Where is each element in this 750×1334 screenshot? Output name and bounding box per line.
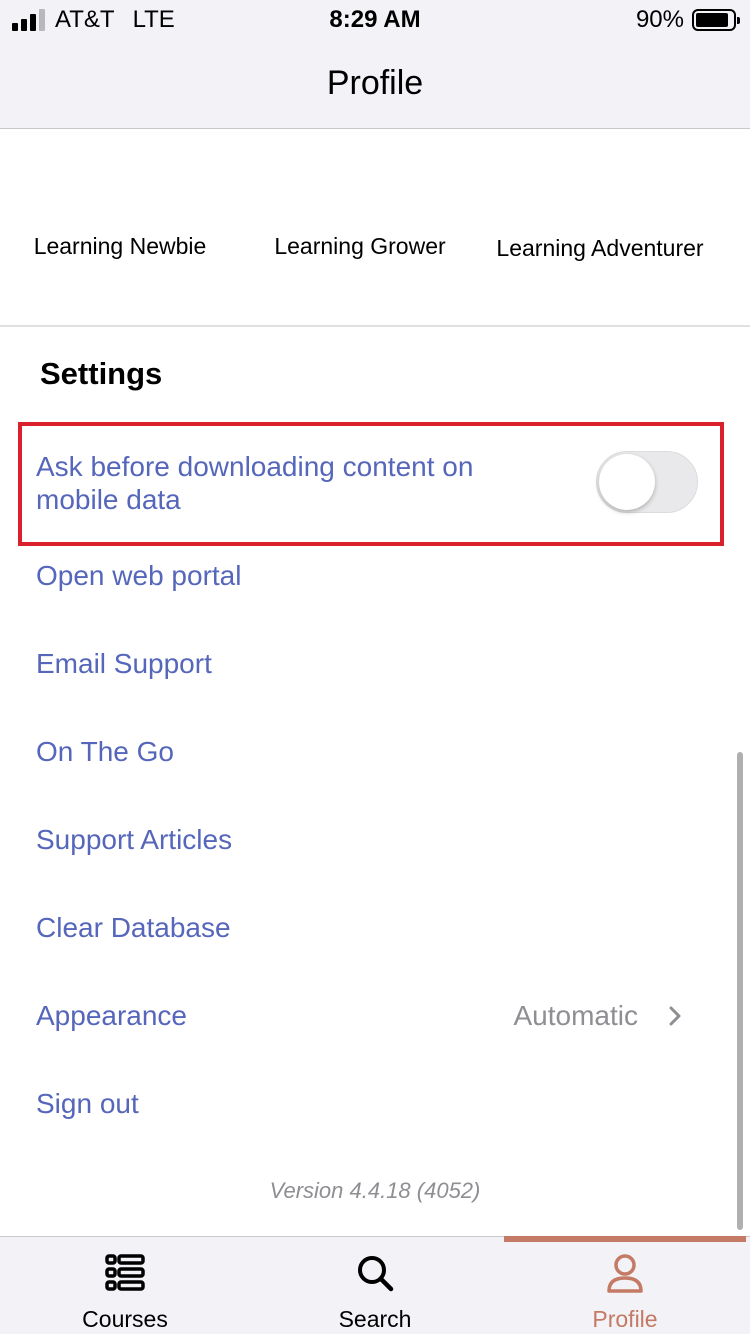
badge-learning-newbie[interactable]: Learning Newbie	[0, 233, 240, 259]
version-label: Version 4.4.18 (4052)	[269, 1178, 481, 1203]
tab-profile[interactable]: Profile	[500, 1237, 750, 1334]
profile-icon	[607, 1254, 643, 1293]
email-support-link[interactable]: Email Support	[36, 646, 212, 682]
search-icon	[358, 1256, 394, 1292]
tab-search-label: Search	[338, 1306, 412, 1332]
battery-percent: 90%	[635, 6, 684, 33]
courses-icon	[105, 1254, 145, 1291]
settings-heading: Settings	[40, 356, 163, 391]
toggle-knob	[599, 454, 655, 510]
appearance-value: Automatic	[513, 1000, 639, 1031]
battery-icon	[692, 9, 740, 31]
ask-before-download-toggle[interactable]	[596, 451, 698, 513]
tab-courses-label: Courses	[82, 1306, 168, 1332]
scrollbar[interactable]	[737, 752, 743, 1230]
status-bar: AT&T LTE 8:29 AM 90%	[0, 0, 750, 40]
tab-profile-label: Profile	[592, 1306, 658, 1332]
ask-before-download-label: Ask before downloading content on mobile…	[36, 451, 474, 515]
open-web-portal-link[interactable]: Open web portal	[36, 558, 241, 594]
badge-learning-adventurer[interactable]: Learning Adventurer	[480, 235, 720, 261]
profile-screen: AT&T LTE 8:29 AM 90% Profile Learning Ne…	[0, 0, 750, 1334]
active-tab-indicator	[504, 1236, 746, 1242]
tab-courses[interactable]: Courses	[0, 1237, 250, 1334]
badge-learning-grower[interactable]: Learning Grower	[240, 233, 480, 259]
clear-database-link[interactable]: Clear Database	[36, 910, 231, 946]
tab-bar: Courses Search Profile	[0, 1236, 750, 1334]
chevron-right-icon	[669, 1006, 681, 1026]
tab-search[interactable]: Search	[250, 1237, 500, 1334]
top-bar: AT&T LTE 8:29 AM 90% Profile	[0, 0, 750, 129]
appearance-link[interactable]: Appearance	[36, 998, 187, 1034]
support-articles-link[interactable]: Support Articles	[36, 822, 232, 858]
on-the-go-link[interactable]: On The Go	[36, 734, 174, 770]
badges-row: Learning Newbie Learning Grower Learning…	[0, 129, 750, 327]
page-title: Profile	[326, 64, 424, 102]
sign-out-link[interactable]: Sign out	[36, 1086, 139, 1122]
